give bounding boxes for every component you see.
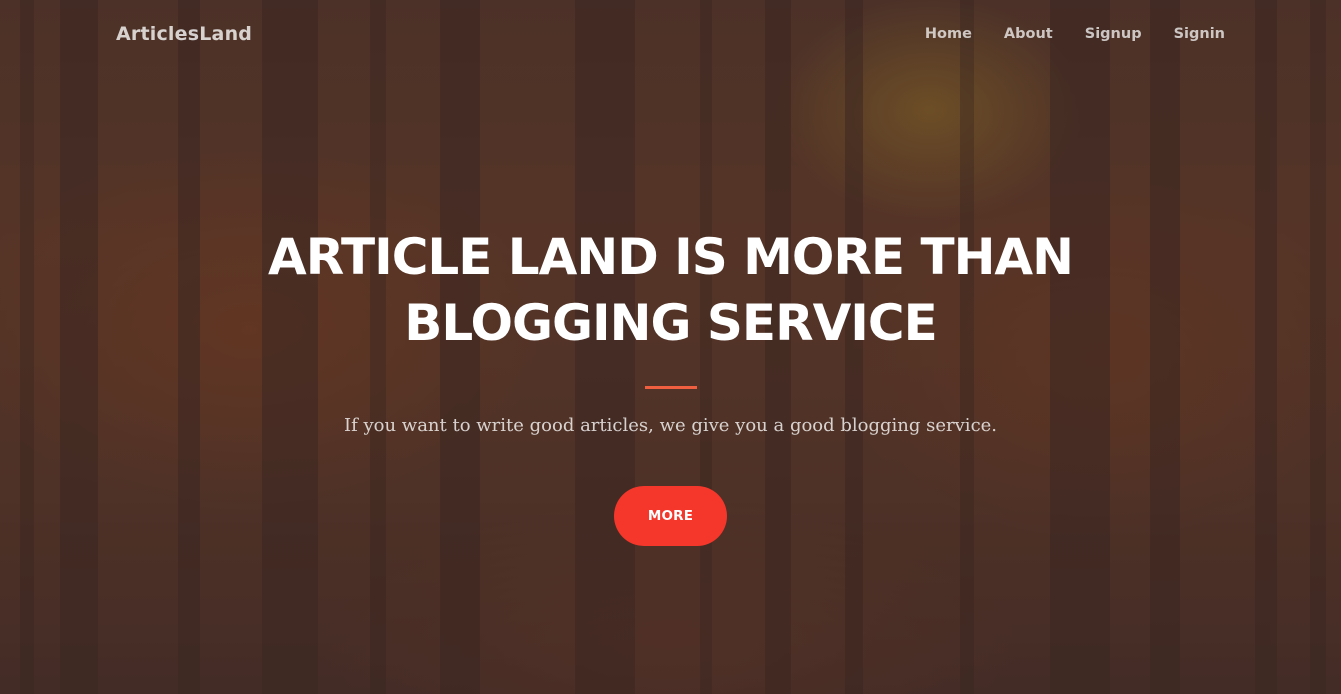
hero-heading-line-1: ARTICLE LAND IS MORE THAN (268, 228, 1074, 286)
nav-link-signup[interactable]: Signup (1085, 26, 1142, 42)
nav-links: Home About Signup Signin (925, 25, 1225, 43)
nav-item-signup: Signup (1085, 25, 1142, 43)
nav-item-home: Home (925, 25, 972, 43)
nav-link-home[interactable]: Home (925, 26, 972, 42)
hero-subtitle: If you want to write good articles, we g… (343, 415, 998, 436)
nav-item-signin: Signin (1174, 25, 1225, 43)
hero-heading: ARTICLE LAND IS MORE THAN BLOGGING SERVI… (221, 224, 1121, 356)
nav-item-about: About (1004, 25, 1053, 43)
more-button[interactable]: MORE (614, 486, 727, 546)
hero-heading-line-2: BLOGGING SERVICE (404, 294, 937, 352)
top-navbar: ArticlesLand Home About Signup Signin (0, 0, 1341, 68)
brand-logo-link[interactable]: ArticlesLand (116, 23, 252, 45)
hero-section: ARTICLE LAND IS MORE THAN BLOGGING SERVI… (0, 224, 1341, 546)
heading-divider (644, 386, 697, 389)
nav-link-signin[interactable]: Signin (1174, 26, 1225, 42)
nav-link-about[interactable]: About (1004, 26, 1053, 42)
